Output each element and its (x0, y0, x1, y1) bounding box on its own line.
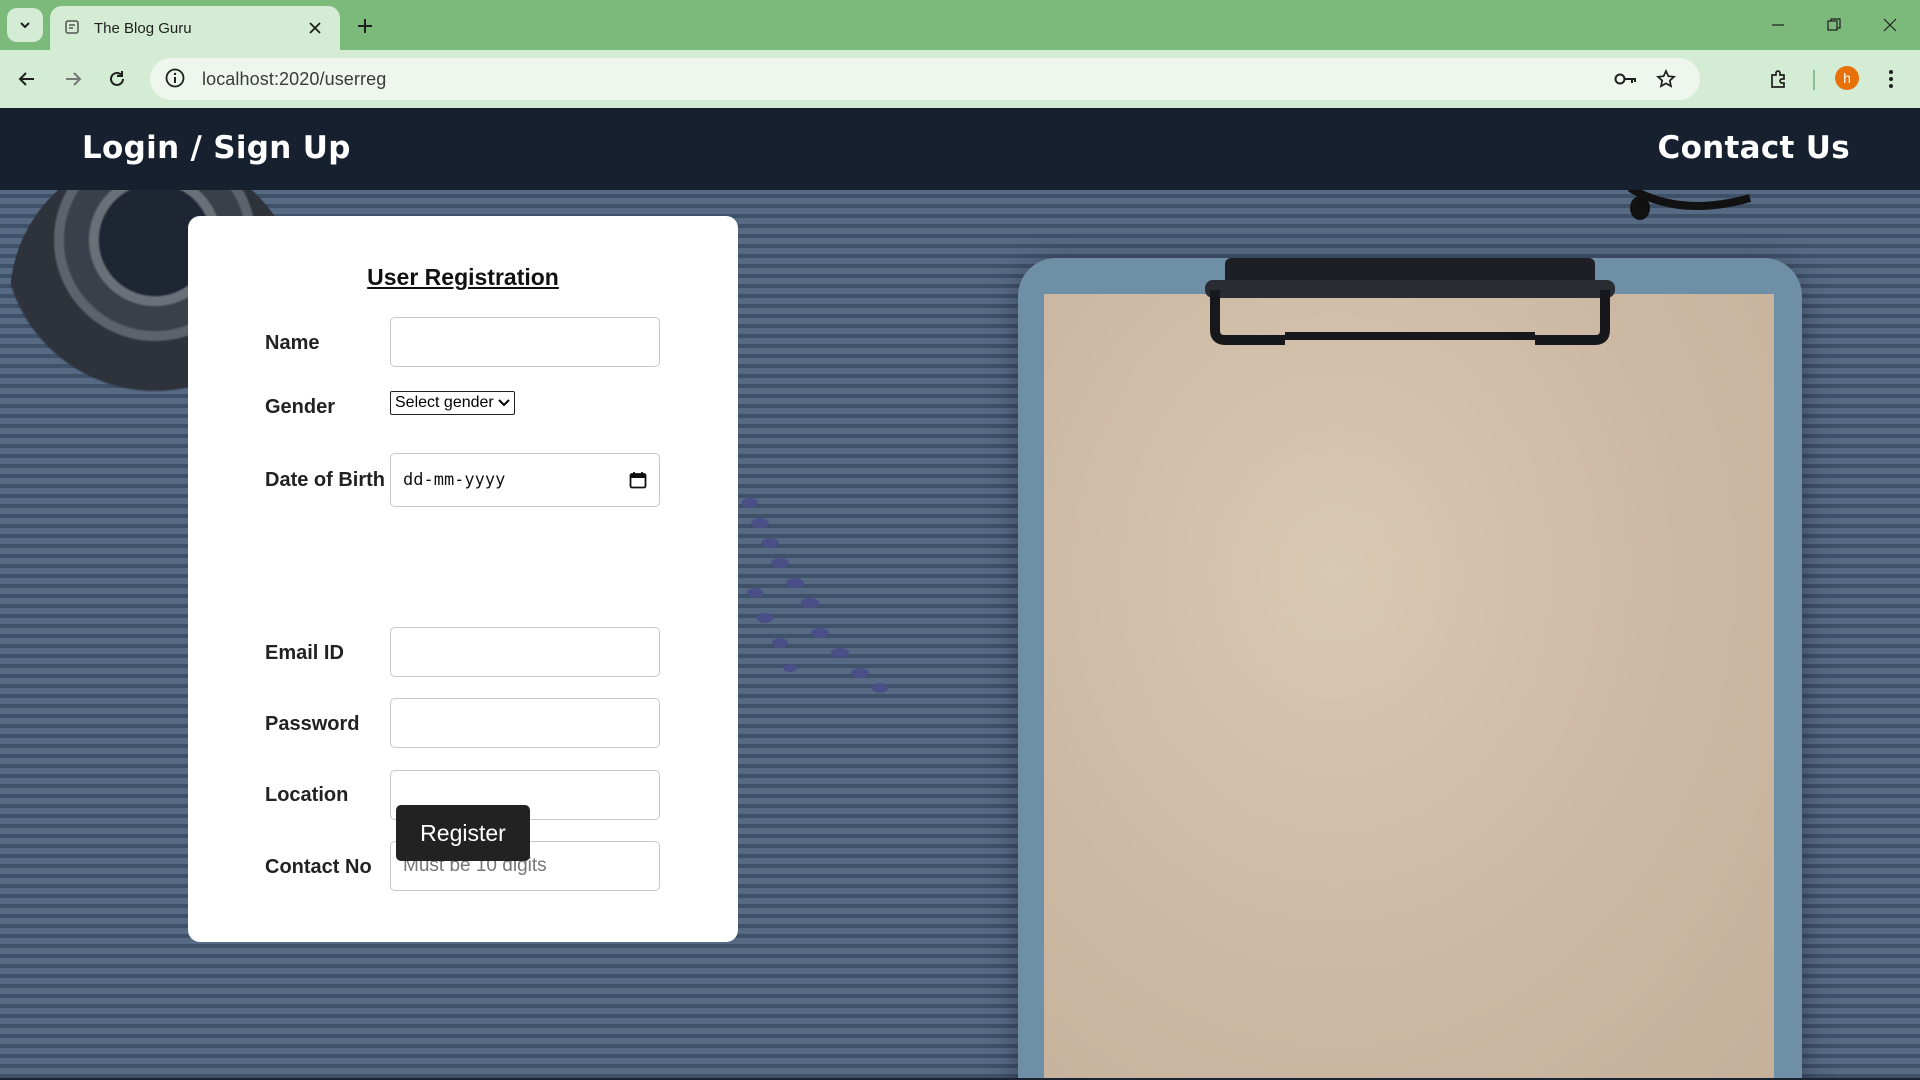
page-content: Login / Sign Up Contact Us User Registra… (0, 108, 1920, 1078)
minimize-icon (1772, 24, 1784, 26)
browser-tab-bar: The Blog Guru (0, 0, 1920, 50)
new-tab-button[interactable] (350, 11, 380, 41)
toolbar-divider (1813, 70, 1815, 90)
site-navbar: Login / Sign Up Contact Us (0, 108, 1920, 190)
browser-toolbar: localhost:2020/userreg (0, 50, 1920, 108)
forward-button[interactable] (56, 62, 90, 96)
more-vert-icon (1889, 70, 1893, 88)
nav-login-signup-link[interactable]: Login / Sign Up (82, 130, 351, 166)
extensions-button[interactable] (1762, 62, 1796, 96)
close-icon[interactable] (304, 17, 326, 39)
profile-avatar[interactable]: h (1835, 66, 1859, 90)
window-close-button[interactable] (1862, 0, 1918, 50)
site-info-icon[interactable] (164, 67, 188, 91)
tab-search-button[interactable] (7, 8, 43, 42)
bookmark-star-icon[interactable] (1648, 58, 1684, 100)
gender-select[interactable]: Select gender (390, 391, 515, 415)
tab-title: The Blog Guru (94, 19, 192, 37)
location-label: Location (265, 784, 349, 806)
form-title: User Registration (367, 264, 559, 290)
reload-button[interactable] (100, 62, 134, 96)
arrow-left-icon (18, 72, 34, 86)
plus-icon (358, 19, 372, 33)
dob-input[interactable]: dd-mm-yyyy (390, 453, 660, 507)
arrow-right-icon (66, 72, 82, 86)
url-text: localhost:2020/userreg (202, 68, 387, 89)
background-paper-image (1044, 294, 1774, 1078)
dob-label: Date of Birth (265, 469, 385, 491)
email-input[interactable] (390, 627, 660, 677)
tab-active[interactable]: The Blog Guru (50, 6, 340, 50)
name-input[interactable] (390, 317, 660, 367)
chevron-down-icon (498, 399, 510, 407)
chevron-down-icon (20, 22, 30, 29)
minimize-button[interactable] (1750, 0, 1806, 50)
address-bar[interactable]: localhost:2020/userreg (150, 58, 1700, 100)
name-label: Name (265, 332, 320, 354)
password-label: Password (265, 713, 360, 735)
clipboard-clip-image (1205, 258, 1615, 345)
restore-icon (1827, 18, 1841, 31)
background-lavender-image (742, 498, 888, 693)
dob-value: dd-mm-yyyy (403, 470, 506, 490)
browser-menu-button[interactable] (1874, 62, 1908, 96)
password-input[interactable] (390, 698, 660, 748)
register-button[interactable]: Register (396, 805, 530, 861)
restore-button[interactable] (1806, 0, 1862, 50)
reload-icon (110, 71, 124, 86)
gender-label: Gender (265, 396, 336, 418)
nav-contact-link[interactable]: Contact Us (1658, 130, 1850, 166)
email-label: Email ID (265, 642, 344, 664)
contact-label: Contact No (265, 856, 372, 878)
page-icon (64, 19, 82, 37)
calendar-icon[interactable] (629, 471, 647, 489)
password-key-icon[interactable] (1608, 58, 1644, 100)
gender-select-value: Select gender (395, 394, 494, 411)
back-button[interactable] (10, 62, 44, 96)
puzzle-icon (1771, 70, 1785, 88)
close-icon (1883, 18, 1897, 32)
